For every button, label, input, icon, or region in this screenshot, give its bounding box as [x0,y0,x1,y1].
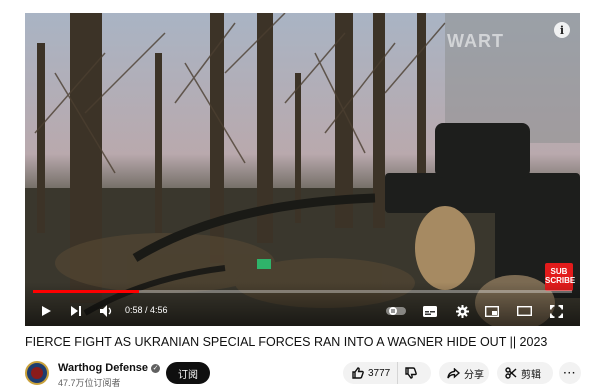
like-dislike-group: 3777 [343,362,431,384]
dislike-icon [405,367,418,379]
clip-label: 剪辑 [521,369,541,381]
channel-name[interactable]: Warthog Defense ✓ [58,362,161,374]
video-frame [25,13,580,326]
channel-name-text[interactable]: Warthog Defense [58,362,148,374]
verified-icon: ✓ [151,364,161,373]
volume-icon [100,305,112,317]
progress-bar[interactable] [33,290,572,293]
channel-watermark: WART [447,31,504,51]
time-separator: / [142,305,151,315]
share-button[interactable]: 分享 [439,362,489,384]
miniplayer-button[interactable] [483,302,501,320]
share-label: 分享 [464,369,484,381]
settings-icon [455,304,469,318]
scissors-icon [505,367,517,379]
miniplayer-icon [485,305,499,317]
more-icon: ··· [563,367,577,379]
volume-button[interactable] [97,302,117,320]
video-title: FIERCE FIGHT AS UKRANIAN SPECIAL FORCES … [25,335,548,349]
theater-icon [516,306,532,316]
channel-row: Warthog Defense ✓ 47.7万位订阅者 订阅 3777 分享 剪辑… [25,359,581,389]
more-button[interactable]: ··· [559,362,581,384]
theater-button[interactable] [515,302,533,320]
like-count: 3777 [368,367,391,379]
next-icon [71,306,81,316]
share-icon [447,367,460,379]
like-icon [352,367,364,379]
info-icon[interactable]: i [554,22,570,38]
time-display: 0:58 / 4:56 [125,305,168,315]
progress-played [33,290,139,293]
clip-button[interactable]: 剪辑 [497,362,553,384]
subtitles-button[interactable] [421,302,439,320]
time-current: 0:58 [125,305,143,315]
like-button[interactable]: 3777 [343,362,399,384]
subscribe-button[interactable]: 订阅 [166,362,210,384]
play-icon [42,306,51,316]
subscriber-count: 47.7万位订阅者 [58,378,121,388]
dislike-button[interactable] [398,362,418,384]
pause-toggle-icon [386,307,406,315]
time-total: 4:56 [150,305,168,315]
play-button[interactable] [37,302,55,320]
player-controls: 0:58 / 4:56 [25,282,580,326]
fullscreen-icon [549,304,563,318]
next-button[interactable] [67,302,85,320]
fullscreen-button[interactable] [547,302,565,320]
channel-avatar[interactable] [25,361,49,385]
subtitles-icon [423,305,437,317]
autoplay-toggle[interactable] [385,302,407,320]
settings-button[interactable] [453,302,471,320]
video-player[interactable]: i WART SUB SCRIBE 0:58 / 4:56 [25,13,580,326]
